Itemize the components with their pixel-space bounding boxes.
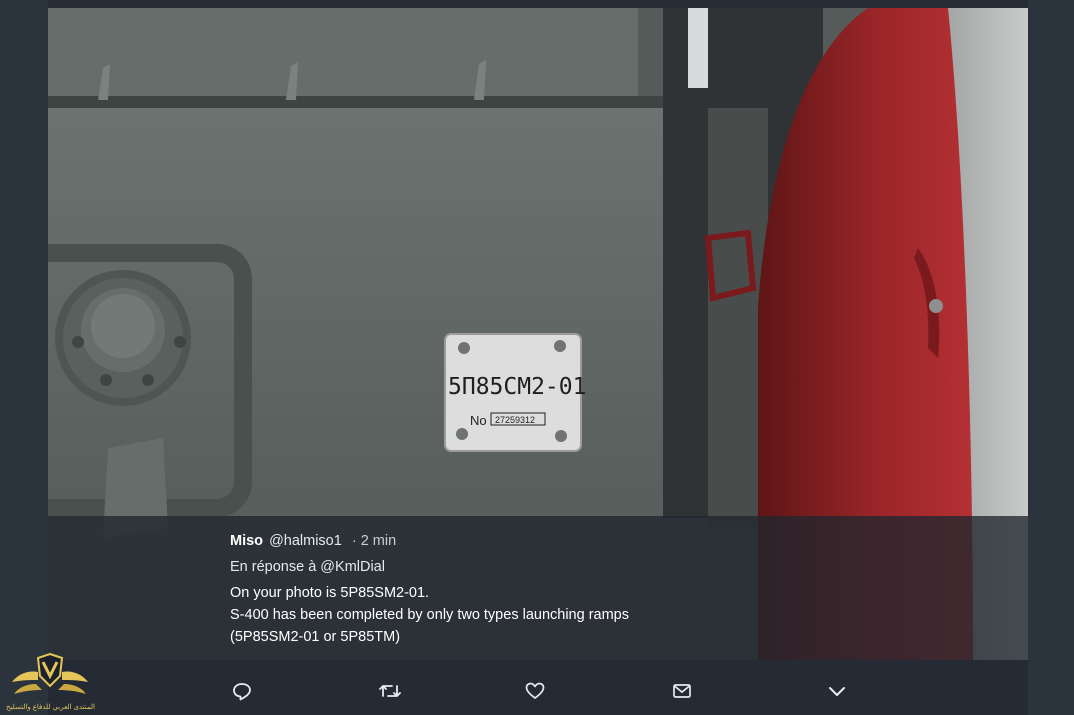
- tweet-text: On your photo is 5P85SM2-01. S-400 has b…: [230, 582, 629, 648]
- backdrop-left: [0, 0, 48, 715]
- retweet-button[interactable]: [375, 676, 405, 706]
- reply-context: En réponse à @KmlDial: [230, 556, 629, 578]
- shield-wings-icon: [12, 652, 88, 694]
- watermark-text: المنتدى العربي للدفاع والتسليح: [6, 704, 95, 711]
- chevron-down-icon: [829, 687, 845, 696]
- tweet-time[interactable]: · 2 min: [352, 533, 396, 549]
- direct-message-button[interactable]: [667, 676, 697, 706]
- tweet-caption: Miso @halmiso1 · 2 min En réponse à @Kml…: [230, 530, 629, 648]
- tweet-text-line: (5P85SM2-01 or 5P85TM): [230, 629, 401, 645]
- retweet-icon: [379, 685, 401, 697]
- reply-icon: [233, 683, 251, 701]
- window-top-edge: [0, 0, 1074, 8]
- reply-prefix: En réponse à: [230, 559, 317, 575]
- tweet-text-line: S-400 has been completed by only two typ…: [230, 607, 629, 623]
- author-handle[interactable]: @halmiso1: [269, 533, 342, 549]
- heart-icon: [525, 682, 545, 699]
- more-options-button[interactable]: [822, 676, 852, 706]
- envelope-icon: [673, 684, 691, 698]
- like-button[interactable]: [520, 676, 550, 706]
- tweet-meta: Miso @halmiso1 · 2 min: [230, 530, 629, 552]
- plate-model-text: 5П85СМ2-01: [448, 374, 586, 400]
- reply-mention-link[interactable]: @KmlDial: [320, 559, 385, 575]
- reply-button[interactable]: [227, 676, 257, 706]
- plate-no-label: No: [470, 413, 487, 428]
- backdrop-right: [1028, 0, 1074, 715]
- author-name[interactable]: Miso: [230, 533, 263, 549]
- plate-serial-text: 27259312: [495, 415, 535, 425]
- tweet-text-line: On your photo is 5P85SM2-01.: [230, 585, 430, 601]
